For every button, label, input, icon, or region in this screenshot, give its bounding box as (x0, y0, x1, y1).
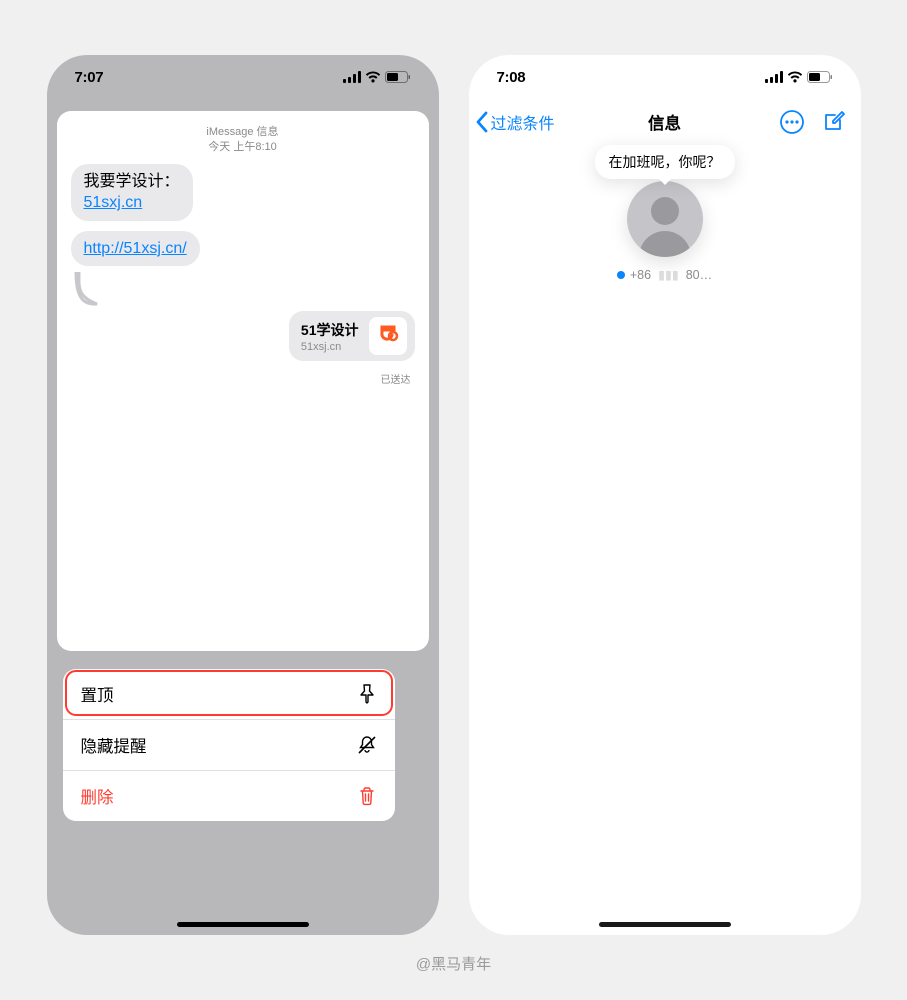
battery-icon (807, 71, 833, 83)
message-link[interactable]: 51sxj.cn (84, 194, 143, 211)
imessage-label: iMessage 信息 (71, 125, 415, 140)
status-bar: 7:07 (47, 55, 439, 99)
signal-icon (343, 71, 361, 83)
bubble-tail-icon (73, 272, 103, 306)
contact-prefix: +86 (630, 268, 651, 282)
attribution-text: @黑马青年 (416, 953, 491, 974)
menu-pin-label: 置顶 (81, 682, 114, 706)
battery-icon (385, 71, 411, 83)
message-text: 我要学设计： (84, 173, 180, 190)
wifi-icon (787, 71, 803, 83)
status-indicators (765, 71, 833, 83)
status-time: 7:07 (75, 69, 104, 86)
delivered-status: 已送达 (71, 371, 415, 386)
menu-item-hide-alerts[interactable]: 隐藏提醒 (63, 720, 395, 771)
back-button[interactable]: 过滤条件 (475, 110, 555, 134)
signal-icon (765, 71, 783, 83)
avatar (627, 181, 703, 257)
contact-redacted: ▮▮▮ (658, 267, 679, 282)
context-menu: 置顶 隐藏提醒 删除 (63, 669, 395, 821)
rich-link-favicon (369, 317, 407, 355)
menu-item-delete[interactable]: 删除 (63, 771, 395, 821)
menu-delete-label: 删除 (81, 784, 114, 808)
status-time: 7:08 (497, 69, 526, 86)
contact-suffix: 80… (686, 268, 712, 282)
more-button[interactable] (779, 109, 805, 135)
home-indicator[interactable] (599, 922, 731, 927)
navigation-bar: 过滤条件 信息 (469, 99, 861, 145)
incoming-message-2: http://51xsj.cn/ (71, 231, 415, 267)
rich-link-title: 51学设计 (301, 320, 359, 340)
phone-right-screenshot: 7:08 过滤条件 信息 在加班呢，你呢？ (469, 55, 861, 935)
pin-icon (357, 684, 377, 704)
trash-icon (357, 786, 377, 806)
pinned-contact[interactable]: +86 ▮▮▮ 80… (485, 181, 845, 282)
pinned-conversations-area: 在加班呢，你呢？ +86 ▮▮▮ 80… (469, 145, 861, 296)
back-label: 过滤条件 (491, 110, 555, 134)
conversation-preview-card[interactable]: iMessage 信息 今天 上午8:10 我要学设计： 51sxj.cn ht… (57, 111, 429, 651)
unread-dot-icon (617, 271, 625, 279)
outgoing-rich-link[interactable]: 51学设计 51xsj.cn (71, 311, 415, 361)
message-link-2[interactable]: http://51xsj.cn/ (84, 240, 187, 257)
status-bar: 7:08 (469, 55, 861, 99)
incoming-message-1: 我要学设计： 51sxj.cn (71, 164, 415, 221)
home-indicator[interactable] (177, 922, 309, 927)
compose-button[interactable] (821, 109, 847, 135)
status-indicators (343, 71, 411, 83)
nav-title: 信息 (648, 110, 681, 134)
rich-link-domain: 51xsj.cn (301, 341, 359, 353)
contact-label: +86 ▮▮▮ 80… (617, 267, 712, 282)
phone-left-screenshot: 7:07 iMessage 信息 今天 上午8:10 我要学设计： 51sxj.… (47, 55, 439, 935)
menu-item-pin[interactable]: 置顶 (63, 669, 395, 720)
message-preview-tooltip: 在加班呢，你呢？ (595, 145, 735, 179)
wifi-icon (365, 71, 381, 83)
chevron-left-icon (475, 111, 489, 133)
bell-slash-icon (357, 735, 377, 755)
conversation-header: iMessage 信息 今天 上午8:10 (71, 125, 415, 155)
timestamp: 今天 上午8:10 (71, 140, 415, 155)
menu-hide-label: 隐藏提醒 (81, 733, 147, 757)
